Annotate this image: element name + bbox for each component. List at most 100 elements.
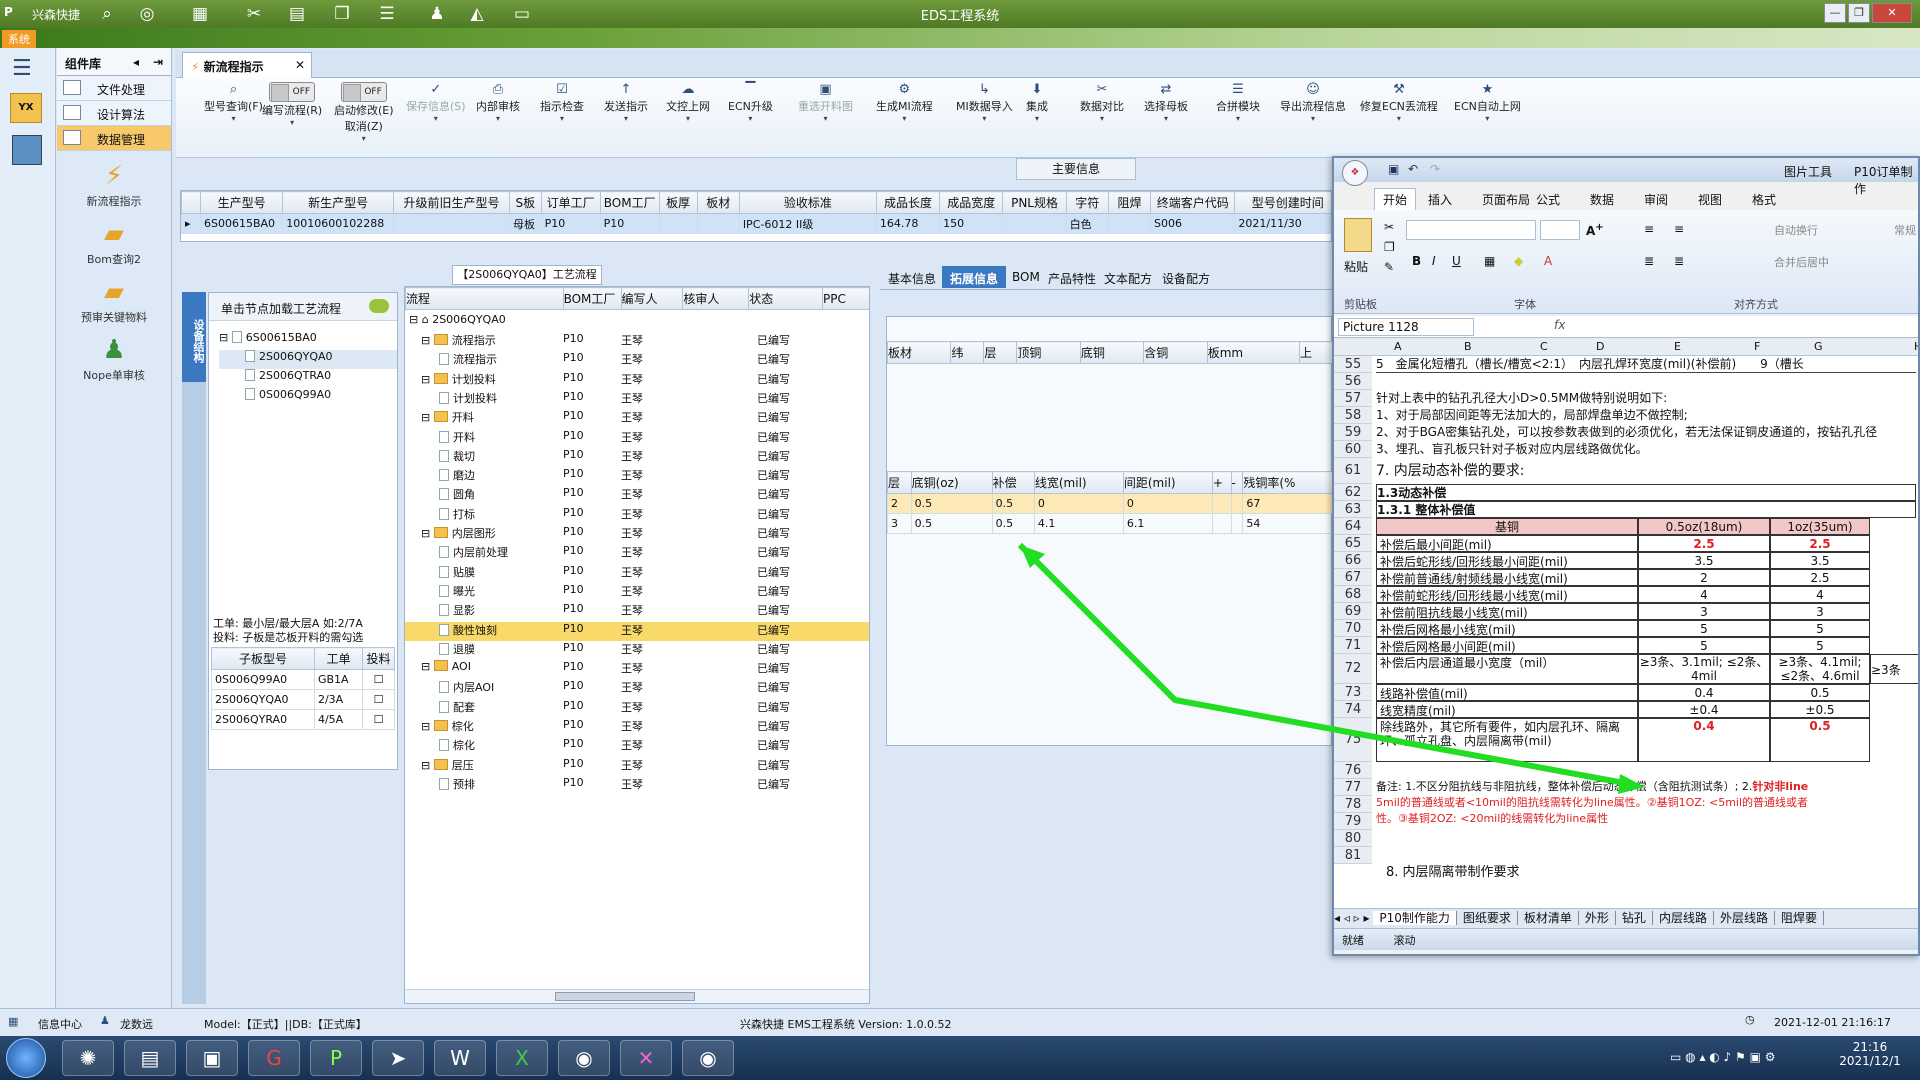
sheet-cell[interactable]: 0.5oz(18um) — [1638, 518, 1770, 535]
side-tab-equipment[interactable]: 设备结构 — [182, 292, 206, 382]
sheet-cell[interactable]: 1、对于局部因间距等无法加大的，局部焊盘单边不做控制; — [1376, 407, 1916, 424]
sheet-cell[interactable]: 1.3.1 整体补偿值 — [1376, 501, 1916, 518]
sheet-cell[interactable]: 基铜 — [1376, 518, 1638, 535]
font-name-box[interactable] — [1406, 220, 1536, 240]
dropdown-arrow-icon[interactable]: ▾ — [1454, 114, 1521, 123]
sheet-cell[interactable]: 补偿前阻抗线最小线宽(mil) — [1376, 603, 1638, 620]
sheet-cell[interactable]: 补偿前普通线/射频线最小线宽(mil) — [1376, 569, 1638, 586]
row-number[interactable]: 71 — [1334, 637, 1372, 654]
content-tab[interactable]: 文本配方 — [1096, 266, 1160, 288]
taskbar-app-telegram[interactable]: ➤ — [372, 1040, 424, 1076]
row-number[interactable]: 60 — [1334, 441, 1372, 458]
minimize-button[interactable]: — — [1824, 3, 1846, 23]
checkbox[interactable]: ☐ — [362, 709, 395, 730]
column-header[interactable]: 成品宽度 — [939, 191, 1004, 214]
column-letter[interactable]: A — [1394, 340, 1402, 353]
table-cell[interactable]: 164.78 — [875, 213, 941, 234]
table-cell[interactable]: P10 — [599, 213, 660, 234]
column-header[interactable]: 补偿 — [991, 471, 1035, 494]
dropdown-arrow-icon[interactable]: ▾ — [604, 114, 648, 123]
sheet-cell[interactable]: 5 — [1770, 620, 1870, 637]
checkbox[interactable]: ☐ — [362, 689, 395, 710]
sheet-cell[interactable]: 补偿后最小间距(mil) — [1376, 535, 1638, 552]
tray-icons[interactable]: ▭ ◍ ▴ ◐ ♪ ⚑ ▣ ⚙ — [1670, 1050, 1776, 1064]
sheet-cell[interactable]: ≥3条、4.1mil; ≤2条、4.6mil — [1770, 654, 1870, 684]
column-header[interactable]: BOM工厂 — [599, 191, 660, 214]
row-number[interactable]: 59 — [1334, 424, 1372, 441]
row-number[interactable]: 61 — [1334, 458, 1372, 484]
dropdown-arrow-icon[interactable]: ▾ — [1144, 114, 1188, 123]
toolbar-button[interactable]: ⌕ 型号查询(F) ▾ — [204, 82, 263, 123]
row-number[interactable]: 73 — [1334, 684, 1372, 701]
sheet-cell[interactable]: 补偿后内层通道最小宽度（mil） — [1376, 654, 1638, 684]
table-cell[interactable] — [1230, 493, 1244, 514]
table-cell[interactable]: 3 — [887, 513, 912, 534]
dropdown-arrow-icon[interactable]: ▾ — [876, 114, 933, 123]
column-header[interactable]: 层 — [983, 341, 1018, 364]
sheet-tab[interactable]: 外层线路 — [1713, 911, 1775, 925]
table-cell[interactable] — [1107, 213, 1152, 234]
sheet-cell[interactable]: 3、埋孔、盲孔板只针对子板对应内层线路做优化。 — [1376, 441, 1916, 458]
sheet-cell[interactable]: 5 — [1638, 637, 1770, 654]
table-cell[interactable] — [1211, 513, 1232, 534]
table-cell[interactable]: 2 — [887, 493, 912, 514]
italic-icon[interactable]: I — [1432, 254, 1436, 268]
toolbar-button[interactable]: ☁ 文控上网 ▾ — [666, 82, 710, 123]
content-tab[interactable]: 拓展信息 — [942, 266, 1007, 288]
toolbar-button[interactable]: ✓ 保存信息(S) ▾ — [406, 82, 466, 123]
toolbar-button[interactable]: ⚙ 生成MI流程 ▾ — [876, 82, 933, 123]
column-header[interactable]: 底铜(oz) — [910, 471, 993, 494]
column-header[interactable]: 板材 — [696, 191, 740, 214]
table-row[interactable]: 0S006Q99A0 GB1A ☐ — [211, 669, 395, 690]
sheet-cell[interactable]: 2.5 — [1770, 535, 1870, 552]
sheet-cell[interactable]: 3.5 — [1638, 552, 1770, 569]
tool-material-review[interactable]: ▰ 预审关键物料 — [57, 267, 171, 325]
row-number[interactable]: 80 — [1334, 830, 1372, 847]
sheet-cell[interactable]: 补偿后网格最小间距(mil) — [1376, 637, 1638, 654]
taskbar-app-notes[interactable]: ▤ — [124, 1040, 176, 1076]
dropdown-arrow-icon[interactable]: ▾ — [1080, 114, 1124, 123]
toolbar-button[interactable]: ☑ 指示检查 ▾ — [540, 82, 584, 123]
expand-icon[interactable]: ⊟ — [421, 527, 434, 540]
table-row[interactable]: 2S006QYQA0 2/3A ☐ — [211, 689, 395, 710]
taskbar-app-browser[interactable]: ✺ — [62, 1040, 114, 1076]
column-header[interactable]: 纬 — [950, 341, 985, 364]
tab-new-flow[interactable]: ⚡ 新流程指示 ✕ — [182, 52, 312, 78]
pin-icon[interactable]: ⇥ — [153, 55, 163, 69]
ribbon-tab[interactable]: 审阅 — [1644, 191, 1668, 208]
sheet-cell[interactable] — [1376, 373, 1916, 390]
column-header[interactable]: - — [1230, 471, 1244, 494]
taskbar-app-p[interactable]: P — [310, 1040, 362, 1076]
taskbar-app-eye[interactable]: ◉ — [558, 1040, 610, 1076]
table-cell[interactable]: S006 — [1150, 213, 1236, 234]
table-cell[interactable]: 0.5 — [910, 493, 993, 514]
row-number[interactable]: 79 — [1334, 813, 1372, 830]
flow-row[interactable]: 磨边 P10 王琴 已编写 — [405, 467, 869, 486]
table-cell[interactable]: P10 — [540, 213, 601, 234]
auto-wrap-button[interactable]: 自动换行 — [1774, 222, 1818, 238]
flow-row[interactable]: 退膜 P10 王琴 已编写 — [405, 641, 869, 660]
start-button[interactable] — [6, 1038, 46, 1078]
table-cell[interactable] — [696, 213, 740, 234]
flow-row[interactable]: ⊟ 开料 P10 王琴 已编写 — [405, 409, 869, 428]
toolbar-button[interactable]: ☺ 导出流程信息 ▾ — [1280, 82, 1346, 123]
ribbon-tab[interactable]: 开始 — [1374, 188, 1417, 211]
dropdown-arrow-icon[interactable]: ▾ — [406, 114, 466, 123]
tree-root[interactable]: ⊟ 6S00615BA0 — [219, 331, 397, 350]
ribbon-tab[interactable]: 页面布局 — [1482, 191, 1530, 208]
column-header[interactable]: 顶铜 — [1016, 341, 1081, 364]
table-cell[interactable]: 0 — [1033, 493, 1124, 514]
row-number[interactable]: 78 — [1334, 796, 1372, 813]
flow-row[interactable]: 圆角 P10 王琴 已编写 — [405, 486, 869, 505]
table-cell[interactable]: 10010600102288 — [282, 213, 394, 234]
table-cell[interactable] — [1211, 493, 1232, 514]
tree-child[interactable]: 2S006QTRA0 — [219, 369, 397, 388]
expand-icon[interactable]: ⊟ — [421, 759, 434, 772]
table-row[interactable]: 2S006QYRA0 4/5A ☐ — [211, 709, 395, 730]
sheet-cell[interactable]: 0.4 — [1638, 718, 1770, 762]
bold-icon[interactable]: B — [1412, 254, 1421, 268]
tree-child[interactable]: 2S006QYQA0 — [219, 350, 397, 369]
sheet-cell[interactable]: 5 — [1770, 637, 1870, 654]
toolbar-button[interactable]: OFF 启动修改(E) 取消(Z) ▾ — [334, 82, 394, 143]
row-number[interactable]: 77 — [1334, 779, 1372, 796]
